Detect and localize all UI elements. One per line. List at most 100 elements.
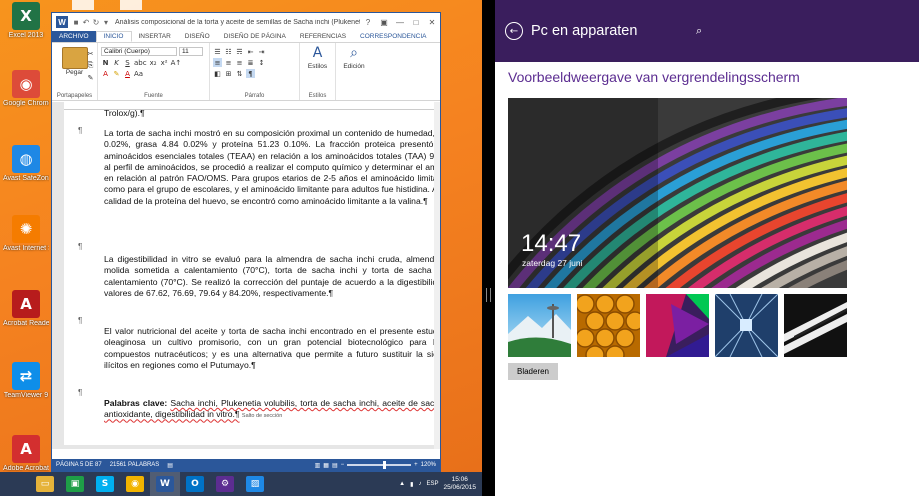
tab-diseno-pagina[interactable]: DISEÑO DE PÁGINA bbox=[217, 31, 293, 42]
thumbnail-tunnel-perspective[interactable] bbox=[715, 294, 778, 357]
format-painter-icon[interactable]: ✎ bbox=[86, 73, 95, 82]
taskbar-photos[interactable]: ▨ bbox=[240, 472, 270, 496]
grow-font-icon[interactable]: A↑ bbox=[171, 58, 182, 67]
print-layout-icon[interactable]: ▦ bbox=[323, 462, 329, 469]
taskbar-word[interactable]: W bbox=[150, 472, 180, 496]
snap-splitter[interactable] bbox=[482, 0, 495, 496]
editing-button[interactable]: Edición bbox=[339, 63, 369, 70]
desktop-shortcut-label[interactable]: Acrobat Reader DC bbox=[3, 320, 49, 328]
thumbnail-honeycomb[interactable] bbox=[577, 294, 640, 357]
taskbar-skype[interactable]: S bbox=[90, 472, 120, 496]
cut-icon[interactable]: ✂ bbox=[86, 49, 95, 58]
excel-icon[interactable]: X bbox=[12, 2, 40, 30]
help-button[interactable]: ? bbox=[360, 18, 376, 27]
styles-button[interactable]: Estilos bbox=[303, 63, 332, 70]
copy-icon[interactable]: ⎘ bbox=[86, 61, 95, 70]
desktop-shortcut[interactable]: ✺ Avast Internet Security bbox=[3, 215, 49, 253]
word-app-icon[interactable]: W bbox=[56, 16, 68, 28]
adobe-acrobat-icon[interactable]: A bbox=[12, 435, 40, 463]
desktop-shortcut[interactable]: A Adobe Acrobat bbox=[3, 435, 49, 472]
close-button[interactable]: ✕ bbox=[424, 18, 440, 27]
tray-expand-icon[interactable]: ▲ bbox=[399, 481, 405, 487]
zoom-slider[interactable] bbox=[347, 461, 412, 469]
tab-diseno[interactable]: DISEÑO bbox=[178, 31, 217, 42]
avast-icon[interactable]: ✺ bbox=[12, 215, 40, 243]
styles-icon[interactable]: A bbox=[309, 45, 327, 63]
read-mode-icon[interactable]: ▥ bbox=[315, 462, 321, 469]
qat-customize-icon[interactable]: ▾ bbox=[101, 18, 111, 27]
desktop-icon-partial[interactable] bbox=[120, 0, 142, 10]
multilevel-list-icon[interactable]: ☴ bbox=[235, 47, 244, 56]
vertical-scrollbar[interactable] bbox=[434, 102, 440, 449]
taskbar-outlook[interactable]: O bbox=[180, 472, 210, 496]
desktop-shortcut[interactable]: X Excel 2013 bbox=[3, 2, 49, 40]
bold-icon[interactable]: N bbox=[101, 58, 110, 67]
strikethrough-icon[interactable]: abc bbox=[134, 58, 147, 67]
decrease-indent-icon[interactable]: ⇤ bbox=[246, 47, 255, 56]
desktop-shortcut-label[interactable]: Adobe Acrobat bbox=[3, 465, 49, 472]
superscript-icon[interactable]: x² bbox=[160, 58, 169, 67]
font-size-combo[interactable]: 11 bbox=[179, 47, 203, 56]
font-name-combo[interactable]: Calibri (Cuerpo) bbox=[101, 47, 177, 56]
proofing-icon[interactable]: ▤ bbox=[167, 462, 173, 469]
web-layout-icon[interactable]: ▤ bbox=[332, 462, 338, 469]
text-effects-icon[interactable]: A bbox=[101, 69, 110, 78]
align-left-icon[interactable]: ≡ bbox=[213, 58, 222, 67]
document-page[interactable]: Trolox/g).¶ ¶ La torta de sacha inchi mo… bbox=[64, 110, 434, 445]
search-icon[interactable]: ⌕ bbox=[696, 24, 702, 38]
align-center-icon[interactable]: ≡ bbox=[224, 58, 233, 67]
find-icon[interactable]: ⌕ bbox=[345, 45, 363, 63]
desktop-shortcut-label[interactable]: Google Chrome bbox=[3, 100, 49, 108]
maximize-button[interactable]: □ bbox=[408, 18, 424, 27]
italic-icon[interactable]: K bbox=[112, 58, 121, 67]
page-count[interactable]: PÁGINA 5 DE 87 bbox=[56, 462, 102, 468]
desktop-shortcut[interactable]: A Acrobat Reader DC bbox=[3, 290, 49, 328]
desktop-shortcut-label[interactable]: Excel 2013 bbox=[3, 32, 49, 40]
browse-button[interactable]: Bladeren bbox=[508, 363, 558, 380]
highlight-icon[interactable]: ✎ bbox=[112, 69, 121, 78]
language-indicator[interactable]: ESP bbox=[426, 481, 438, 487]
shading-icon[interactable]: ◧ bbox=[213, 69, 222, 78]
volume-icon[interactable]: ♪ bbox=[418, 481, 421, 487]
show-marks-icon[interactable]: ¶ bbox=[246, 69, 255, 78]
thumbnail-seattle-space-needle[interactable] bbox=[508, 294, 571, 357]
thumbnail-colorful-geometric[interactable] bbox=[646, 294, 709, 357]
desktop-shortcut[interactable]: ◍ Avast SafeZone bbox=[3, 145, 49, 183]
minimize-button[interactable]: — bbox=[392, 18, 408, 27]
teamviewer-icon[interactable]: ⇄ bbox=[12, 362, 40, 390]
paste-icon[interactable] bbox=[61, 47, 88, 69]
redo-icon[interactable]: ↻ bbox=[91, 18, 101, 27]
desktop-shortcut[interactable]: ◉ Google Chrome bbox=[3, 70, 49, 108]
word-count[interactable]: 21561 PALABRAS bbox=[110, 462, 160, 468]
taskbar-settings[interactable]: ⚙ bbox=[210, 472, 240, 496]
sort-icon[interactable]: ⇅ bbox=[235, 69, 244, 78]
back-arrow-icon[interactable]: ← bbox=[505, 22, 523, 40]
taskbar-store[interactable]: ▣ bbox=[60, 472, 90, 496]
font-color-icon[interactable]: A bbox=[123, 69, 132, 78]
bullets-icon[interactable]: ☰ bbox=[213, 47, 222, 56]
tab-archivo[interactable]: ARCHIVO bbox=[52, 31, 96, 42]
tab-referencias[interactable]: REFERENCIAS bbox=[293, 31, 353, 42]
underline-icon[interactable]: S bbox=[123, 58, 132, 67]
taskbar-file-explorer[interactable]: ▭ bbox=[30, 472, 60, 496]
desktop-shortcut-label[interactable]: Avast Internet Security bbox=[3, 245, 49, 253]
ruler[interactable] bbox=[64, 102, 440, 110]
taskbar-chrome[interactable]: ◉ bbox=[120, 472, 150, 496]
undo-icon[interactable]: ↶ bbox=[81, 18, 91, 27]
chrome-icon[interactable]: ◉ bbox=[12, 70, 40, 98]
start-button[interactable] bbox=[0, 472, 30, 496]
zoom-in-icon[interactable]: + bbox=[414, 462, 418, 468]
borders-icon[interactable]: ⊞ bbox=[224, 69, 233, 78]
clock[interactable]: 15:06 25/06/2015 bbox=[443, 476, 476, 492]
align-right-icon[interactable]: ≡ bbox=[235, 58, 244, 67]
justify-icon[interactable]: ≣ bbox=[246, 58, 255, 67]
zoom-level[interactable]: 120% bbox=[421, 462, 436, 468]
save-icon[interactable]: ■ bbox=[71, 18, 81, 27]
tab-correspondencia[interactable]: CORRESPONDENCIA bbox=[353, 31, 433, 42]
tab-insertar[interactable]: INSERTAR bbox=[132, 31, 178, 42]
numbering-icon[interactable]: ☷ bbox=[224, 47, 233, 56]
ribbon-display-icon[interactable]: ▣ bbox=[376, 18, 392, 27]
tab-inicio[interactable]: INICIO bbox=[95, 31, 132, 42]
splitter-grip[interactable] bbox=[486, 288, 491, 302]
zoom-out-icon[interactable]: − bbox=[341, 462, 345, 468]
